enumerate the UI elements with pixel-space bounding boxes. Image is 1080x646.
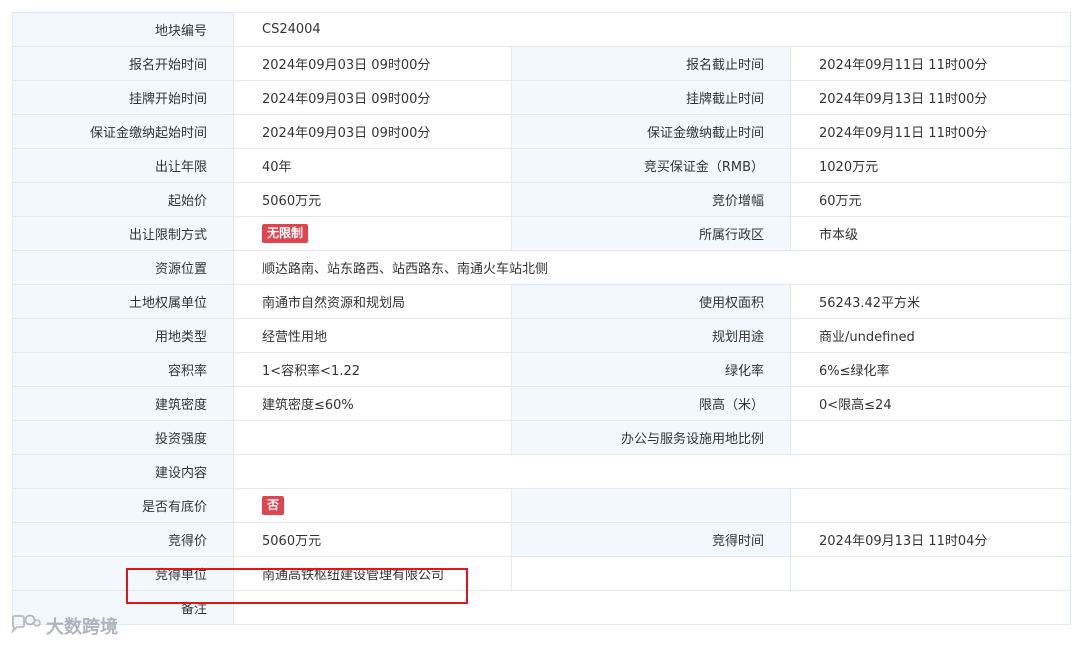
table-row: 起始价 5060万元 竞价增幅 60万元 [12,182,1072,217]
value-bid-deposit: 1020万元 [789,148,1072,183]
label-signup-end: 报名截止时间 [511,46,791,81]
value-plot-ratio: 1<容积率<1.22 [233,352,512,387]
label-winner: 竞得单位 [12,556,234,591]
value-empty-3 [789,556,1072,591]
table-row: 出让限制方式 无限制 所属行政区 市本级 [12,216,1072,251]
value-reserve-price: 否 [233,488,512,523]
value-deposit-end: 2024年09月11日 11时00分 [789,114,1072,149]
value-restriction: 无限制 [233,216,512,251]
label-restriction: 出让限制方式 [12,216,234,251]
table-row: 备注 [12,590,1072,625]
label-location: 资源位置 [12,250,234,285]
label-building-density: 建筑密度 [12,386,234,421]
land-info-table: 地块编号 CS24004 报名开始时间 2024年09月03日 09时00分 报… [12,12,1072,625]
label-owner: 土地权属单位 [12,284,234,319]
table-row: 用地类型 经营性用地 规划用途 商业/undefined [12,318,1072,353]
table-row: 建筑密度 建筑密度≤60% 限高（米） 0<限高≤24 [12,386,1072,421]
value-empty-2 [511,556,791,591]
value-term: 40年 [233,148,512,183]
value-plot-number: CS24004 [232,12,1072,47]
table-row: 建设内容 [12,454,1072,489]
label-term: 出让年限 [12,148,234,183]
value-listing-end: 2024年09月13日 11时00分 [789,80,1072,115]
label-winning-time: 竞得时间 [511,522,791,557]
label-green-ratio: 绿化率 [511,352,791,387]
value-investment-intensity [233,420,512,455]
value-green-ratio: 6%≤绿化率 [789,352,1072,387]
table-row: 是否有底价 否 [12,488,1072,523]
restriction-badge: 无限制 [262,224,309,243]
table-row: 竞得价 5060万元 竞得时间 2024年09月13日 11时04分 [12,522,1072,557]
value-land-type: 经营性用地 [233,318,512,353]
value-bid-increment: 60万元 [789,182,1072,217]
value-start-price: 5060万元 [233,182,512,217]
value-planned-use: 商业/undefined [789,318,1072,353]
table-row: 资源位置 顺达路南、站东路西、站西路东、南通火车站北侧 [12,250,1072,285]
label-plot-ratio: 容积率 [12,352,234,387]
value-winning-time: 2024年09月13日 11时04分 [789,522,1072,557]
table-row: 竞得单位 南通高铁枢纽建设管理有限公司 [12,556,1072,591]
value-building-density: 建筑密度≤60% [233,386,512,421]
label-planned-use: 规划用途 [511,318,791,353]
label-start-price: 起始价 [12,182,234,217]
value-remarks [232,590,1072,625]
value-empty-1 [789,488,1072,523]
label-office-ratio: 办公与服务设施用地比例 [511,420,791,455]
value-signup-start: 2024年09月03日 09时00分 [233,46,512,81]
label-deposit-start: 保证金缴纳起始时间 [12,114,234,149]
watermark-text: 大数跨境 [46,617,118,638]
reserve-price-badge: 否 [262,496,285,515]
label-land-type: 用地类型 [12,318,234,353]
value-height-limit: 0<限高≤24 [789,386,1072,421]
table-row: 土地权属单位 南通市自然资源和规划局 使用权面积 56243.42平方米 [12,284,1072,319]
label-signup-start: 报名开始时间 [12,46,234,81]
table-row: 挂牌开始时间 2024年09月03日 09时00分 挂牌截止时间 2024年09… [12,80,1072,115]
label-bid-deposit: 竞买保证金（RMB） [511,148,791,183]
table-row: 投资强度 办公与服务设施用地比例 [12,420,1072,455]
label-listing-end: 挂牌截止时间 [511,80,791,115]
watermark: 大数跨境 [8,612,118,640]
table-row: 出让年限 40年 竞买保证金（RMB） 1020万元 [12,148,1072,183]
label-reserve-price: 是否有底价 [12,488,234,523]
table-row: 报名开始时间 2024年09月03日 09时00分 报名截止时间 2024年09… [12,46,1072,81]
label-plot-number: 地块编号 [12,12,234,47]
value-deposit-start: 2024年09月03日 09时00分 [233,114,512,149]
value-office-ratio [789,420,1072,455]
table-row: 容积率 1<容积率<1.22 绿化率 6%≤绿化率 [12,352,1072,387]
value-owner: 南通市自然资源和规划局 [233,284,512,319]
value-winner: 南通高铁枢纽建设管理有限公司 [233,556,512,591]
value-signup-end: 2024年09月11日 11时00分 [789,46,1072,81]
label-deposit-end: 保证金缴纳截止时间 [511,114,791,149]
table-row: 保证金缴纳起始时间 2024年09月03日 09时00分 保证金缴纳截止时间 2… [12,114,1072,149]
value-district: 市本级 [789,216,1072,251]
label-winning-price: 竞得价 [12,522,234,557]
label-construction: 建设内容 [12,454,234,489]
label-investment-intensity: 投资强度 [12,420,234,455]
label-area: 使用权面积 [511,284,791,319]
label-listing-start: 挂牌开始时间 [12,80,234,115]
value-location: 顺达路南、站东路西、站西路东、南通火车站北侧 [232,250,1072,285]
table-row: 地块编号 CS24004 [12,12,1072,47]
value-listing-start: 2024年09月03日 09时00分 [233,80,512,115]
label-height-limit: 限高（米） [511,386,791,421]
value-area: 56243.42平方米 [789,284,1072,319]
label-bid-increment: 竞价增幅 [511,182,791,217]
value-construction [232,454,1072,489]
value-winning-price: 5060万元 [233,522,512,557]
label-district: 所属行政区 [511,216,791,251]
chat-bubble-logo-icon [8,614,42,638]
label-empty-1 [511,488,791,523]
